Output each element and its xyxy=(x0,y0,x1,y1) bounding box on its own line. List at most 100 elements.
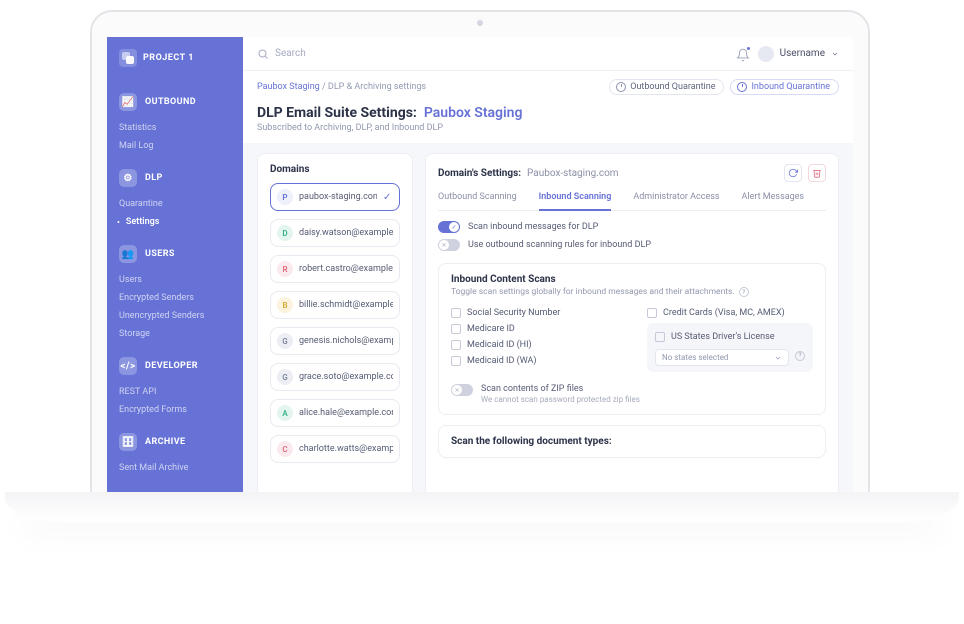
states-select[interactable]: No states selected xyxy=(655,349,789,366)
domain-label: alice.hale@example.com xyxy=(299,408,393,418)
domain-label: genesis.nichols@examp xyxy=(299,336,393,346)
scan-zip-sublabel: We cannot scan password protected zip fi… xyxy=(481,395,640,404)
domain-item[interactable]: Ccharlotte.watts@examp xyxy=(270,435,400,463)
username-label: Username xyxy=(780,48,825,59)
outbound-quarantine-button[interactable]: Outbound Quarantine xyxy=(609,79,724,95)
sidebar-item-storage[interactable]: Storage xyxy=(107,325,243,343)
domain-badge-icon: D xyxy=(277,225,293,241)
use-outbound-rules-toggle[interactable]: ✕ xyxy=(438,239,460,251)
scan-option-label: Medicare ID xyxy=(467,324,515,334)
sidebar-item-encrypted-senders[interactable]: Encrypted Senders xyxy=(107,289,243,307)
sidebar-item-quarantine[interactable]: Quarantine xyxy=(107,195,243,213)
clock-icon xyxy=(737,82,747,92)
tab-alert-messages[interactable]: Alert Messages xyxy=(742,192,805,210)
domain-label: billie.schmidt@example xyxy=(299,300,393,310)
sidebar-item-mail-log[interactable]: Mail Log xyxy=(107,137,243,155)
scan-option-checkbox[interactable] xyxy=(451,324,461,334)
laptop-camera xyxy=(477,20,483,26)
nav-section-outbound[interactable]: 📈OUTBOUND xyxy=(107,85,243,119)
page-subtitle: Subscribed to Archiving, DLP, and Inboun… xyxy=(257,123,839,133)
domain-label: grace.soto@example.co xyxy=(299,372,393,382)
nav-section-developer[interactable]: </>DEVELOPER xyxy=(107,349,243,383)
document-types-title: Scan the following document types: xyxy=(451,436,813,447)
search-input[interactable]: Search xyxy=(257,48,728,60)
domain-label: robert.castro@example xyxy=(299,264,393,274)
credit-cards-checkbox[interactable] xyxy=(647,308,657,318)
brand-row: PROJECT 1 xyxy=(107,49,243,79)
chevron-down-icon xyxy=(774,354,782,362)
avatar xyxy=(758,46,774,62)
document-types-panel: Scan the following document types: xyxy=(438,425,826,458)
laptop-base xyxy=(5,492,959,522)
drivers-license-label: US States Driver's License xyxy=(671,332,775,342)
domain-badge-icon: A xyxy=(277,405,293,421)
domain-item[interactable]: Aalice.hale@example.com xyxy=(270,399,400,427)
scan-option-checkbox[interactable] xyxy=(451,356,461,366)
sidebar-item-settings[interactable]: Settings xyxy=(107,213,243,231)
drivers-license-checkbox[interactable] xyxy=(655,332,665,342)
domain-settings-panel: Domain's Settings: Paubox-staging.com Ou… xyxy=(425,153,839,508)
logo-icon xyxy=(119,49,137,67)
drivers-license-group: US States Driver's License No states sel… xyxy=(647,323,813,372)
domain-item[interactable]: Ggrace.soto@example.co xyxy=(270,363,400,391)
nav-section-dlp[interactable]: ⚙DLP xyxy=(107,161,243,195)
domain-item[interactable]: Bbillie.schmidt@example xyxy=(270,291,400,319)
laptop-frame: PROJECT 1 📈OUTBOUNDStatisticsMail Log ⚙DL… xyxy=(90,10,870,520)
content-scans-title: Inbound Content Scans xyxy=(451,274,813,285)
tab-outbound-scanning[interactable]: Outbound Scanning xyxy=(438,192,517,210)
help-icon[interactable]: ? xyxy=(795,351,805,361)
breadcrumb-current: DLP & Archiving settings xyxy=(328,82,426,92)
scan-option-checkbox[interactable] xyxy=(451,340,461,350)
scan-zip-label: Scan contents of ZIP files xyxy=(481,384,640,394)
user-menu[interactable]: Username xyxy=(758,46,839,62)
search-placeholder: Search xyxy=(275,48,306,59)
nav-section-archive[interactable]: 🗄ARCHIVE xyxy=(107,425,243,459)
scan-option-checkbox[interactable] xyxy=(451,308,461,318)
use-outbound-rules-label: Use outbound scanning rules for inbound … xyxy=(468,240,651,250)
content-scans-panel: Inbound Content Scans Toggle scan settin… xyxy=(438,263,826,415)
domain-badge-icon: C xyxy=(277,441,293,457)
archive-icon: 🗄 xyxy=(119,433,137,451)
domains-panel: Domains Ppaubox-staging.com✓Ddaisy.watso… xyxy=(257,153,413,508)
breadcrumb-row: Paubox Staging / DLP & Archiving setting… xyxy=(243,71,853,103)
scan-inbound-toggle[interactable]: ✓ xyxy=(438,221,460,233)
breadcrumb-parent[interactable]: Paubox Staging xyxy=(257,82,320,92)
refresh-button[interactable] xyxy=(784,164,802,182)
sidebar-item-sent-mail-archive[interactable]: Sent Mail Archive xyxy=(107,459,243,477)
nav-section-users[interactable]: 👥USERS xyxy=(107,237,243,271)
scan-zip-toggle[interactable]: ✕ xyxy=(451,384,473,396)
settings-title: Domain's Settings: xyxy=(438,168,521,179)
sidebar-item-users[interactable]: Users xyxy=(107,271,243,289)
scan-option-label: Social Security Number xyxy=(467,308,560,318)
notifications-button[interactable] xyxy=(736,47,750,61)
domain-item[interactable]: Ppaubox-staging.com✓ xyxy=(270,183,400,211)
code-icon: </> xyxy=(119,357,137,375)
refresh-icon xyxy=(788,168,798,178)
app-screen: PROJECT 1 📈OUTBOUNDStatisticsMail Log ⚙DL… xyxy=(107,37,853,518)
domain-badge-icon: B xyxy=(277,297,293,313)
sidebar-item-unencrypted-senders[interactable]: Unencrypted Senders xyxy=(107,307,243,325)
breadcrumb: Paubox Staging / DLP & Archiving setting… xyxy=(257,82,426,92)
sidebar-item-rest-api[interactable]: REST API xyxy=(107,383,243,401)
domain-label: daisy.watson@example xyxy=(299,228,393,238)
sidebar-item-statistics[interactable]: Statistics xyxy=(107,119,243,137)
delete-button[interactable] xyxy=(808,164,826,182)
domain-badge-icon: G xyxy=(277,333,293,349)
domain-item[interactable]: Ggenesis.nichols@examp xyxy=(270,327,400,355)
topbar: Search Username xyxy=(243,37,853,71)
domain-label: charlotte.watts@examp xyxy=(299,444,393,454)
domain-badge-icon: G xyxy=(277,369,293,385)
inbound-quarantine-button[interactable]: Inbound Quarantine xyxy=(730,79,839,95)
search-icon xyxy=(257,48,269,60)
tab-inbound-scanning[interactable]: Inbound Scanning xyxy=(539,192,612,211)
domain-item[interactable]: Rrobert.castro@example xyxy=(270,255,400,283)
domain-item[interactable]: Ddaisy.watson@example xyxy=(270,219,400,247)
domain-badge-icon: R xyxy=(277,261,293,277)
notification-dot xyxy=(746,46,751,51)
trash-icon xyxy=(812,168,822,178)
check-icon: ✓ xyxy=(383,192,393,203)
tab-administrator-access[interactable]: Administrator Access xyxy=(633,192,719,210)
main-pane: Search Username Paubox Staging / DLP & A… xyxy=(243,37,853,518)
help-icon[interactable]: ? xyxy=(739,287,749,297)
sidebar-item-encrypted-forms[interactable]: Encrypted Forms xyxy=(107,401,243,419)
